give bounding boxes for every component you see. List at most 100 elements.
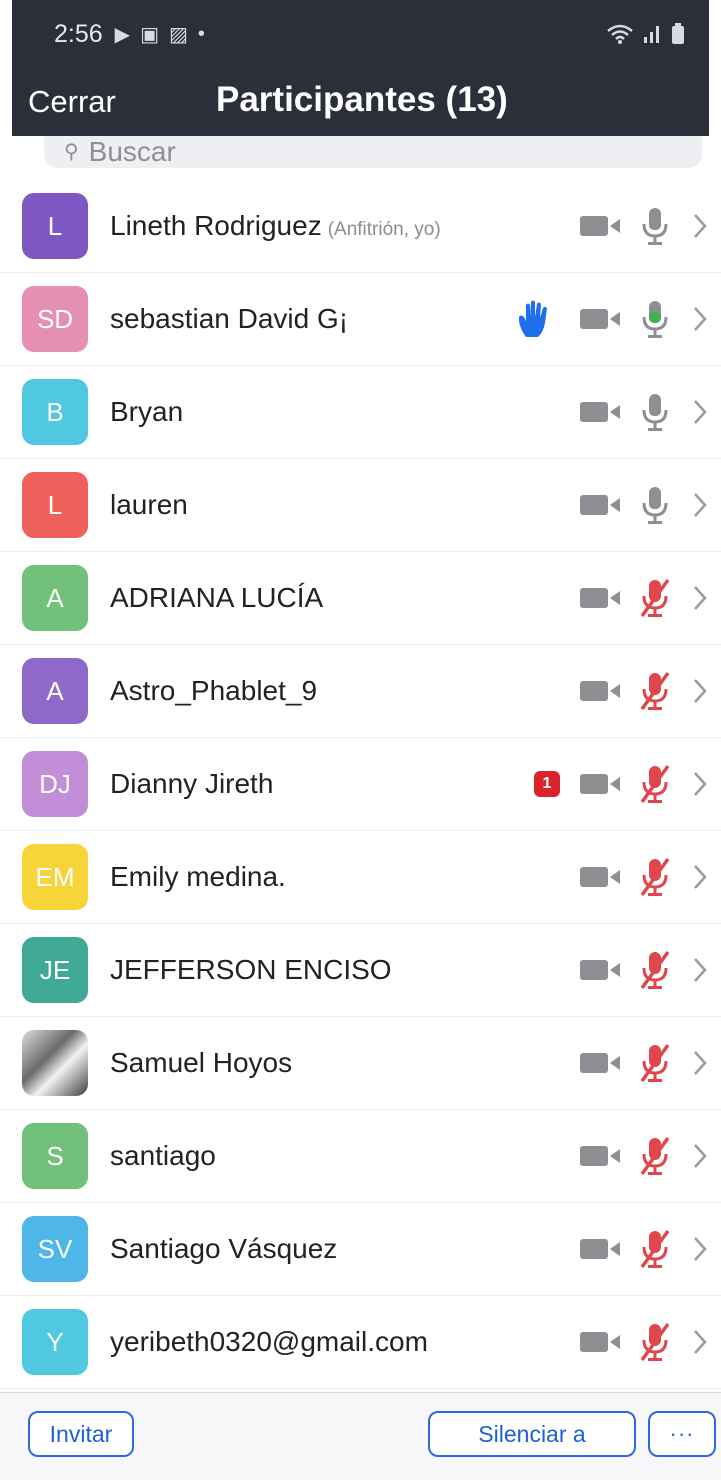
video-off-icon [580, 400, 622, 424]
participant-name: Emily medina. [110, 831, 286, 923]
mic-icon [638, 297, 672, 341]
participant-name-text: lauren [110, 489, 188, 520]
mic-muted-icon [638, 1041, 672, 1085]
video-off-icon [580, 1051, 622, 1075]
participant-row[interactable]: JE JEFFERSON ENCISO [0, 924, 721, 1017]
participant-name: lauren [110, 459, 188, 551]
participant-name-text: ADRIANA LUCÍA [110, 582, 324, 613]
mic-muted-icon [638, 1134, 672, 1178]
chevron-right-icon [692, 769, 708, 799]
mic-muted-icon [638, 1320, 672, 1364]
close-button[interactable]: Cerrar [28, 84, 116, 120]
video-off-icon [580, 958, 622, 982]
avatar: L [22, 193, 88, 259]
mic-muted-icon [638, 576, 672, 620]
search-area: ⚲ [0, 136, 721, 180]
search-input[interactable] [88, 142, 589, 162]
chevron-right-icon [692, 955, 708, 985]
participant-name: Lineth Rodriguez (Anfitrión, yo) [110, 180, 441, 272]
participant-row[interactable]: A ADRIANA LUCÍA [0, 552, 721, 645]
wifi-icon [607, 24, 633, 44]
participant-row[interactable]: Ssantiago [0, 1110, 721, 1203]
play-icon: ▶ [114, 23, 131, 46]
video-off-icon [580, 1237, 622, 1261]
participant-name-text: Lineth Rodriguez [110, 210, 322, 241]
video-off-icon [580, 214, 622, 238]
video-off-icon [580, 1144, 622, 1168]
participant-name: yeribeth0320@gmail.com [110, 1296, 428, 1388]
participant-row[interactable]: SD sebastian David G¡ [0, 273, 721, 366]
participant-name-text: Dianny Jireth [110, 768, 274, 799]
participant-name-text: Emily medina. [110, 861, 286, 892]
more-options-button[interactable]: ··· [648, 1411, 716, 1457]
raised-hand-icon [516, 299, 552, 339]
battery-icon [672, 23, 684, 44]
chevron-right-icon [692, 1234, 708, 1264]
avatar: S [22, 1123, 88, 1189]
participant-name: Astro_Phablet_9 [110, 645, 317, 737]
participant-name-text: Santiago Vásquez [110, 1233, 338, 1264]
chevron-right-icon [692, 676, 708, 706]
status-bar: 2:56 ▶ ▣ ▨ • [12, 0, 709, 68]
participant-list: L Lineth Rodriguez (Anfitrión, yo) SD sebast… [0, 180, 721, 1389]
chat-badge: 1 [534, 771, 560, 797]
mic-icon [638, 390, 672, 434]
participant-name: Santiago Vásquez [110, 1203, 337, 1295]
participant-name: Bryan [110, 366, 183, 458]
game-icon: ▣ [140, 23, 159, 46]
participant-name: sebastian David G¡ [110, 273, 348, 365]
participant-role: (Anfitrión, yo) [327, 219, 441, 240]
avatar: EM [22, 844, 88, 910]
participant-row[interactable]: EM Emily medina. [0, 831, 721, 924]
chevron-right-icon [692, 862, 708, 892]
search-box[interactable]: ⚲ [44, 136, 702, 168]
participant-name-text: santiago [110, 1140, 216, 1171]
participant-row[interactable]: Llauren [0, 459, 721, 552]
participant-name-text: Astro_Phablet_9 [110, 675, 318, 706]
bottom-toolbar: Invitar Silenciar a ··· [0, 1392, 721, 1480]
chevron-right-icon [692, 211, 708, 241]
participant-name: Samuel Hoyos [110, 1017, 292, 1109]
image-icon: ▨ [168, 23, 188, 46]
search-icon: ⚲ [64, 141, 79, 163]
status-time: 2:56 [54, 19, 103, 48]
video-off-icon [580, 772, 622, 796]
avatar: A [22, 565, 88, 631]
mic-icon [638, 204, 672, 248]
video-off-icon [580, 679, 622, 703]
video-off-icon [580, 586, 622, 610]
avatar-photo [22, 1030, 88, 1096]
avatar: SD [22, 286, 88, 352]
participant-name-text: Bryan [110, 396, 184, 427]
mic-muted-icon [638, 948, 672, 992]
signal-icon [644, 26, 659, 43]
participant-row[interactable]: DJ Dianny Jireth 1 [0, 738, 721, 831]
participant-row[interactable]: SV Santiago Vásquez [0, 1203, 721, 1296]
participant-row[interactable]: Yyeribeth0320@gmail.com [0, 1296, 721, 1389]
participant-row[interactable]: Samuel Hoyos [0, 1017, 721, 1110]
mic-muted-icon [638, 762, 672, 806]
video-off-icon [580, 1330, 622, 1354]
participant-row[interactable]: A Astro_Phablet_9 [0, 645, 721, 738]
participant-name-text: sebastian David G¡ [110, 303, 349, 334]
video-off-icon [580, 307, 622, 331]
dot-icon: • [197, 22, 205, 45]
avatar: JE [22, 937, 88, 1003]
participant-row[interactable]: B Bryan [0, 366, 721, 459]
participant-name: santiago [110, 1110, 216, 1202]
participant-name-text: JEFFERSON ENCISO [110, 954, 392, 985]
participant-row[interactable]: L Lineth Rodriguez (Anfitrión, yo) [0, 180, 721, 273]
chevron-right-icon [692, 304, 708, 334]
mic-muted-icon [638, 855, 672, 899]
video-off-icon [580, 865, 622, 889]
avatar: L [22, 472, 88, 538]
header-bar: Cerrar Participantes (13) [12, 68, 709, 136]
participant-name-text: Samuel Hoyos [110, 1047, 293, 1078]
mic-muted-icon [638, 669, 672, 713]
invite-button[interactable]: Invitar [28, 1411, 134, 1457]
video-off-icon [580, 493, 622, 517]
mic-muted-icon [638, 1227, 672, 1271]
chevron-right-icon [692, 1327, 708, 1357]
mute-all-button[interactable]: Silenciar a [428, 1411, 636, 1457]
avatar: SV [22, 1216, 88, 1282]
